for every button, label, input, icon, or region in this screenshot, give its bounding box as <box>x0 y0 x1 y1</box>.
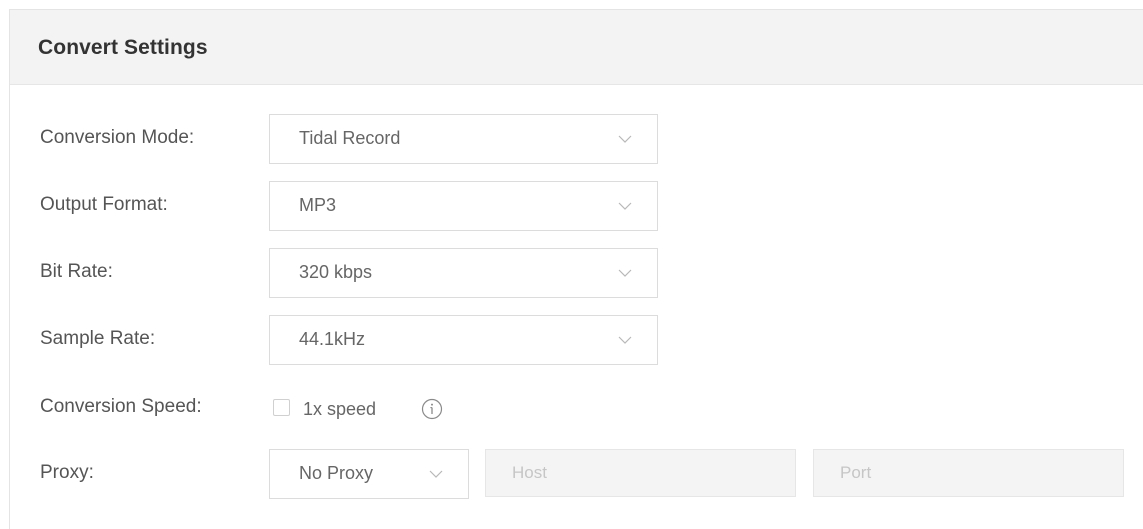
output-format-select[interactable]: MP3 <box>269 181 658 231</box>
proxy-host-input[interactable] <box>485 449 796 497</box>
conversion-mode-select[interactable]: Tidal Record <box>269 114 658 164</box>
sample-rate-select[interactable]: 44.1kHz <box>269 315 658 365</box>
output-format-label: Output Format: <box>40 194 168 215</box>
panel-title: Convert Settings <box>38 36 208 59</box>
bit-rate-value: 320 kbps <box>299 262 373 282</box>
chevron-down-icon <box>617 131 633 147</box>
speed-checkbox[interactable] <box>273 399 290 416</box>
conversion-mode-value: Tidal Record <box>299 128 401 148</box>
bit-rate-select[interactable]: 320 kbps <box>269 248 658 298</box>
proxy-port-input[interactable] <box>813 449 1124 497</box>
chevron-down-icon <box>617 265 633 281</box>
output-format-value: MP3 <box>299 195 337 215</box>
chevron-down-icon <box>617 198 633 214</box>
sample-rate-label: Sample Rate: <box>40 328 156 349</box>
speed-checkbox-label[interactable]: 1x speed <box>303 399 376 420</box>
proxy-value: No Proxy <box>299 463 374 483</box>
info-icon[interactable] <box>421 398 443 420</box>
panel-header: Convert Settings <box>10 10 1143 85</box>
chevron-down-icon <box>617 332 633 348</box>
convert-settings-panel: Convert Settings Conversion Mode: Tidal … <box>9 9 1143 529</box>
sample-rate-value: 44.1kHz <box>299 329 366 349</box>
conversion-mode-label: Conversion Mode: <box>40 127 195 148</box>
proxy-select[interactable]: No Proxy <box>269 449 469 499</box>
proxy-label: Proxy: <box>40 462 94 483</box>
bit-rate-label: Bit Rate: <box>40 261 113 282</box>
conversion-speed-label: Conversion Speed: <box>40 396 202 417</box>
chevron-down-icon <box>428 466 444 482</box>
